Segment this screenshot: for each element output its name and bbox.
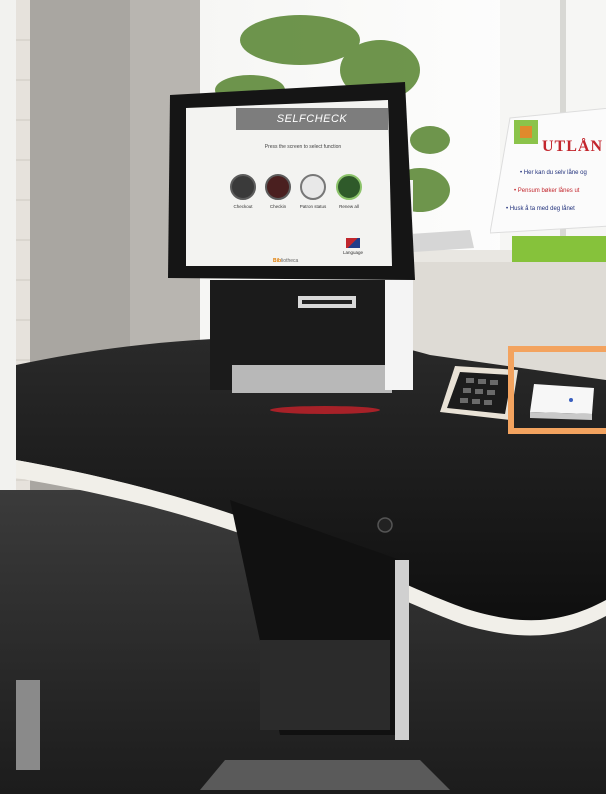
poster-line-3: • Husk å ta med deg lånet (506, 206, 575, 212)
checkin-label: Checkin (269, 204, 287, 209)
language-flag-icon (346, 238, 360, 248)
brand-logo: Bibliotheca (273, 258, 298, 264)
brand-prefix: Bib (273, 258, 282, 264)
brand-suffix: liotheca (281, 258, 299, 264)
poster-title: UTLÅN (542, 138, 604, 155)
language-button[interactable]: Language (336, 238, 370, 255)
poster-line-1: • Her kan du selv låne og (520, 170, 587, 176)
checkout-label: Checkout (233, 204, 253, 209)
book-return-icon (265, 174, 291, 200)
patron-status-label: Patron status (299, 204, 327, 209)
selfcheck-header: SELFCHECK (236, 108, 388, 130)
card-reader-highlight (508, 346, 606, 434)
kiosk-screen: SELFCHECK Press the screen to select fun… (188, 108, 388, 266)
renew-all-button[interactable]: Renew all (334, 174, 364, 209)
renew-all-label: Renew all (339, 204, 359, 209)
loan-poster: UTLÅN • Her kan du selv låne og • Pensum… (490, 108, 606, 238)
poster-line-2: • Pensum bøker lånes ut (514, 188, 580, 194)
renew-icon (336, 174, 362, 200)
photo-scene: SELFCHECK Press the screen to select fun… (0, 0, 606, 794)
patron-status-button[interactable]: Patron status (298, 174, 328, 209)
checkin-button[interactable]: Checkin (263, 174, 293, 209)
patron-card-icon (300, 174, 326, 200)
checkout-button[interactable]: Checkout (228, 174, 258, 209)
language-label: Language (342, 250, 364, 255)
screen-instruction: Press the screen to select function (264, 144, 342, 150)
book-checkout-icon (230, 174, 256, 200)
